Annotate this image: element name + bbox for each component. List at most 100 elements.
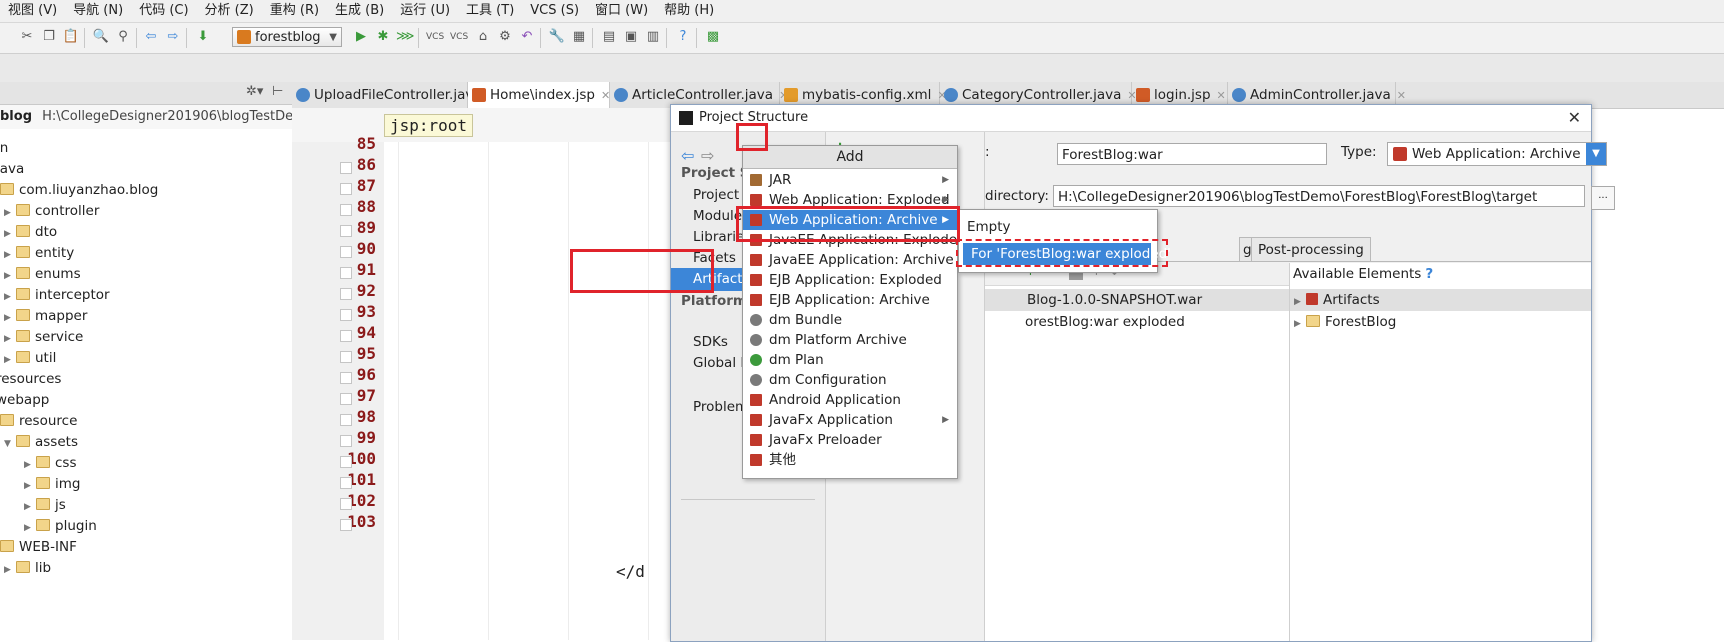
tab-post-processing[interactable]: Post-processing	[1251, 237, 1371, 262]
output-item-war[interactable]: Blog-1.0.0-SNAPSHOT.war	[985, 289, 1289, 311]
tree-item[interactable]: webapp	[0, 389, 49, 411]
tree-item[interactable]: resource	[0, 410, 77, 432]
tree-item[interactable]: ▶ enums	[4, 263, 81, 285]
output-directory-input[interactable]: H:\CollegeDesigner201906\blogTestDemo\Fo…	[1053, 185, 1585, 207]
expand-icon[interactable]: ▶	[1294, 291, 1306, 313]
run-icon[interactable]: ▶	[352, 28, 370, 46]
fold-marker-icon[interactable]	[340, 372, 352, 384]
fold-marker-icon[interactable]	[340, 330, 352, 342]
menu-item[interactable]: 工具 (T)	[458, 0, 522, 22]
tree-item[interactable]: ▶ interceptor	[4, 284, 110, 306]
tree-item[interactable]: in	[0, 137, 8, 159]
copy-icon[interactable]: ❐	[40, 28, 58, 46]
back-icon[interactable]: ⇦	[681, 146, 694, 165]
tree-item[interactable]: com.liuyanzhao.blog	[0, 179, 158, 201]
tree-item[interactable]: ▶ dto	[4, 221, 57, 243]
coverage-icon[interactable]: ⋙	[396, 28, 415, 46]
menu-item[interactable]: VCS (S)	[522, 0, 587, 22]
add-menu-item[interactable]: EJB Application: Exploded	[743, 270, 957, 290]
fold-marker-icon[interactable]	[340, 309, 352, 321]
add-menu-item[interactable]: dm Configuration	[743, 370, 957, 390]
fold-marker-icon[interactable]	[340, 183, 352, 195]
tree-item[interactable]: ▼ assets	[4, 431, 78, 453]
forward-icon[interactable]: ⇨	[701, 146, 714, 165]
menu-item[interactable]: 视图 (V)	[0, 0, 65, 22]
output-item-exploded[interactable]: orestBlog:war exploded	[985, 311, 1289, 333]
add-menu-item[interactable]: dm Bundle	[743, 310, 957, 330]
tree-item[interactable]: resources	[0, 368, 61, 390]
vcs-commit-icon[interactable]: VCS	[450, 28, 468, 46]
run-config-select[interactable]: forestblog ▼	[232, 27, 342, 47]
cut-icon[interactable]: ✂	[18, 28, 36, 46]
tree-item[interactable]: ▶ entity	[4, 242, 74, 264]
fold-marker-icon[interactable]	[340, 519, 352, 531]
fold-marker-icon[interactable]	[340, 267, 352, 279]
menu-item[interactable]: 分析 (Z)	[197, 0, 262, 22]
menu-item[interactable]: 代码 (C)	[131, 0, 196, 22]
tree-item[interactable]: ▶ js	[24, 494, 66, 516]
menu-item[interactable]: 运行 (U)	[392, 0, 458, 22]
menu-item[interactable]: 窗口 (W)	[587, 0, 656, 22]
gear-icon[interactable]: ✲▾	[246, 84, 263, 99]
build-icon[interactable]: ⬇	[194, 28, 212, 46]
fold-marker-icon[interactable]	[340, 435, 352, 447]
add-menu-item[interactable]: dm Platform Archive	[743, 330, 957, 350]
fold-marker-icon[interactable]	[340, 162, 352, 174]
replace-icon[interactable]: ⚲	[114, 28, 132, 46]
tree-item[interactable]: ▶ img	[24, 473, 80, 495]
tree-item[interactable]: ▶ css	[24, 452, 77, 474]
add-menu-item[interactable]: EJB Application: Archive	[743, 290, 957, 310]
vcs-history-icon[interactable]: ⌂	[474, 28, 492, 46]
vcs-update-icon[interactable]: VCS	[426, 28, 444, 46]
menu-item[interactable]: 导航 (N)	[65, 0, 131, 22]
add-menu-item[interactable]: JavaFx Application ▶	[743, 410, 957, 430]
help-icon[interactable]: ?	[1425, 266, 1433, 282]
fold-marker-icon[interactable]	[340, 393, 352, 405]
tree-item[interactable]: ▶ controller	[4, 200, 99, 222]
fold-marker-icon[interactable]	[340, 477, 352, 489]
breadcrumb-jsp-root[interactable]: jsp:root	[384, 114, 474, 137]
tree-item[interactable]: ▶ service	[4, 326, 83, 348]
artifact-type-select[interactable]: Web Application: Archive ▼	[1387, 142, 1607, 166]
hide-panel-icon[interactable]: ⊢	[272, 84, 283, 99]
menu-item[interactable]: 生成 (B)	[327, 0, 392, 22]
editor-tab[interactable]: UploadFileController.java✕	[292, 82, 497, 108]
menu-item[interactable]: 帮助 (H)	[656, 0, 722, 22]
submenu-item[interactable]: Empty	[959, 216, 1157, 238]
device-icon[interactable]: ▥	[644, 28, 662, 46]
fold-marker-icon[interactable]	[340, 414, 352, 426]
settings-icon[interactable]: 🔧	[548, 28, 566, 46]
tree-item[interactable]: ▶ mapper	[4, 305, 87, 327]
find-icon[interactable]: 🔍	[92, 28, 110, 46]
fold-marker-icon[interactable]	[340, 351, 352, 363]
add-menu-item[interactable]: 其他	[743, 450, 957, 470]
tree-item[interactable]: WEB-INF	[0, 536, 77, 558]
paste-icon[interactable]: 📋	[62, 28, 80, 46]
project-structure-icon[interactable]: ▦	[570, 28, 588, 46]
fold-marker-icon[interactable]	[340, 225, 352, 237]
close-icon[interactable]: ✕	[1568, 105, 1581, 131]
project-root-row[interactable]: blog H:\CollegeDesigner201906\blogTestDe…	[0, 105, 292, 129]
available-item-artifacts[interactable]: ▶ Artifacts	[1290, 289, 1591, 311]
fold-marker-icon[interactable]	[340, 288, 352, 300]
tree-item[interactable]: ▶ util	[4, 347, 56, 369]
editor-tab[interactable]: Home\index.jsp ✕	[468, 82, 610, 108]
close-icon[interactable]: ✕	[601, 83, 610, 109]
menu-item[interactable]: 重构 (R)	[262, 0, 327, 22]
tree-item[interactable]: ▶ lib	[4, 557, 51, 579]
back-icon[interactable]: ⇦	[142, 28, 160, 46]
add-menu-item[interactable]: Android Application	[743, 390, 957, 410]
expand-icon[interactable]: ▶	[4, 559, 16, 581]
fold-marker-icon[interactable]	[340, 246, 352, 258]
add-menu-item[interactable]: JAR ▶	[743, 170, 957, 190]
artifact-name-input[interactable]: ForestBlog:war	[1057, 143, 1327, 165]
add-menu-item[interactable]: dm Plan	[743, 350, 957, 370]
revert-icon[interactable]: ↶	[518, 28, 536, 46]
fold-marker-icon[interactable]	[340, 204, 352, 216]
add-menu-item[interactable]: JavaEE Application: Archive	[743, 250, 957, 270]
vcs-compare-icon[interactable]: ⚙	[496, 28, 514, 46]
help-icon[interactable]: ?	[674, 28, 692, 46]
expand-icon[interactable]: ▶	[1294, 313, 1306, 335]
sdk-icon[interactable]: ▤	[600, 28, 618, 46]
browse-button[interactable]: ...	[1591, 186, 1615, 210]
